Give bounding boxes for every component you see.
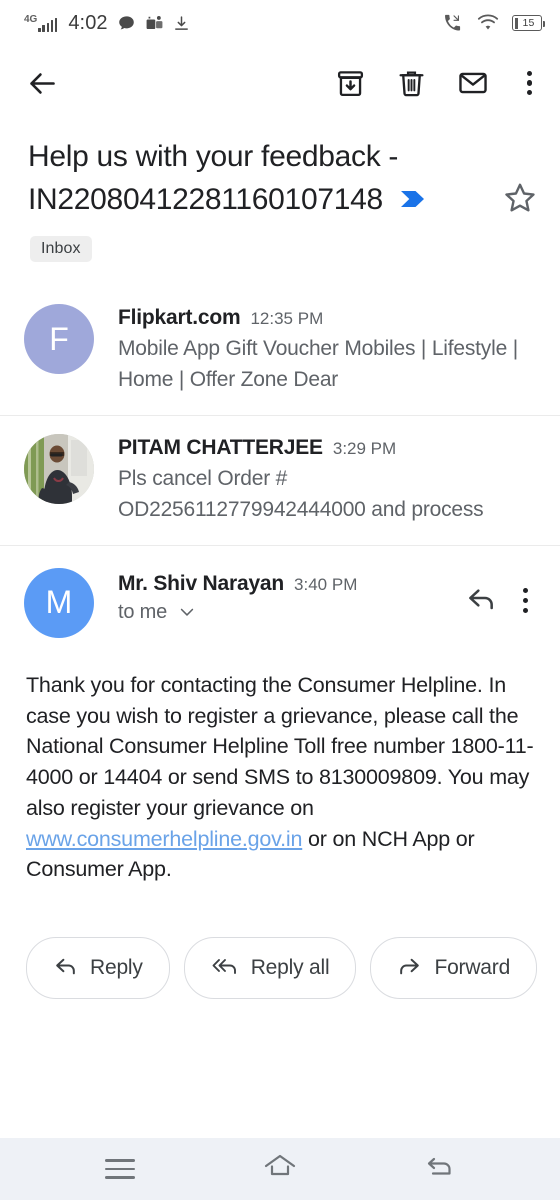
message-collapsed-flipkart[interactable]: F Flipkart.com 12:35 PM Mobile App Gift …	[0, 286, 560, 417]
forward-label: Forward	[434, 956, 511, 980]
battery-level-label: 15	[522, 17, 535, 29]
back-nav-icon	[425, 1153, 455, 1186]
network-type-label: 4G	[24, 13, 38, 25]
sender-name: PITAM CHATTERJEE	[118, 436, 323, 460]
sender-name: Flipkart.com	[118, 306, 241, 330]
message-collapsed-pitam[interactable]: PITAM CHATTERJEE 3:29 PM Pls cancel Orde…	[0, 416, 560, 546]
toolbar-actions	[335, 67, 546, 100]
message-time: 3:29 PM	[332, 439, 397, 459]
mark-unread-icon[interactable]	[457, 67, 489, 99]
body-text-part-1: Thank you for contacting the Consumer He…	[26, 672, 534, 820]
avatar-letter: M	[45, 584, 73, 621]
inbox-label-chip[interactable]: Inbox	[30, 236, 92, 263]
message-header[interactable]: M Mr. Shiv Narayan 3:40 PM to me	[0, 546, 560, 648]
toolbar-more-icon[interactable]	[519, 67, 540, 100]
missed-call-icon	[443, 14, 464, 33]
app-toolbar	[0, 46, 560, 120]
reply-all-button[interactable]: Reply all	[183, 937, 357, 1000]
back-button[interactable]	[26, 67, 59, 100]
message-body: Flipkart.com 12:35 PM Mobile App Gift Vo…	[118, 304, 536, 395]
recents-button[interactable]	[80, 1146, 160, 1192]
reply-label: Reply	[90, 956, 143, 980]
recipient-row[interactable]: to me	[118, 601, 465, 624]
message-actions	[465, 568, 536, 619]
avatar[interactable]: F	[24, 304, 94, 375]
recents-icon	[105, 1159, 135, 1179]
email-detail-screen: 4G 4:02 15 Help us with your feedback - …	[0, 0, 560, 1200]
reply-arrow-icon	[53, 953, 78, 984]
star-icon[interactable]	[502, 136, 538, 221]
teams-icon	[145, 14, 164, 33]
clock-label: 4:02	[68, 11, 108, 34]
avatar-photo-image	[24, 434, 94, 505]
back-nav-button[interactable]	[400, 1146, 480, 1192]
system-navigation-bar	[0, 1138, 560, 1200]
wifi-icon	[477, 14, 499, 32]
reply-all-arrow-icon	[211, 953, 239, 984]
chevron-down-icon[interactable]	[177, 602, 197, 622]
download-icon	[173, 14, 190, 33]
message-snippet: Pls cancel Order # OD2256112779942444000…	[118, 467, 484, 521]
message-expanded-shiv: M Mr. Shiv Narayan 3:40 PM to me Thank y…	[0, 546, 560, 1000]
battery-icon: 15	[512, 15, 545, 31]
message-body: PITAM CHATTERJEE 3:29 PM Pls cancel Orde…	[118, 434, 536, 525]
message-snippet: Mobile App Gift Voucher Mobiles | Lifest…	[118, 337, 518, 391]
message-content: Thank you for contacting the Consumer He…	[0, 648, 560, 885]
status-bar-right: 15	[443, 14, 545, 33]
message-time: 12:35 PM	[250, 309, 324, 329]
avatar[interactable]	[24, 434, 94, 505]
page-title: Help us with your feedback - IN220804122…	[28, 136, 468, 222]
avatar-letter: F	[49, 320, 69, 357]
signal-icon: 4G	[24, 13, 58, 32]
status-bar: 4G 4:02 15	[0, 0, 560, 46]
home-button[interactable]	[240, 1146, 320, 1192]
forward-button[interactable]: Forward	[370, 937, 538, 1000]
reply-actions-row: Reply Reply all Forward	[0, 885, 560, 1000]
important-marker-icon[interactable]	[399, 180, 427, 223]
message-more-icon[interactable]	[515, 584, 536, 617]
status-bar-left: 4G 4:02	[24, 12, 190, 35]
reply-all-label: Reply all	[250, 956, 330, 980]
message-time: 3:40 PM	[294, 574, 358, 594]
delete-icon[interactable]	[396, 68, 427, 99]
consumerhelpline-link[interactable]: www.consumerhelpline.gov.in	[26, 827, 302, 851]
subject-text: Help us with your feedback - IN220804122…	[28, 140, 399, 216]
home-icon	[263, 1152, 297, 1187]
sender-name: Mr. Shiv Narayan	[118, 571, 285, 595]
archive-icon[interactable]	[335, 68, 366, 99]
message-list: F Flipkart.com 12:35 PM Mobile App Gift …	[0, 286, 560, 1000]
recipient-label: to me	[118, 600, 168, 623]
subject-block: Help us with your feedback - IN220804122…	[0, 120, 560, 263]
reply-icon[interactable]	[465, 582, 497, 619]
message-meta: Mr. Shiv Narayan 3:40 PM to me	[118, 568, 465, 624]
reply-button[interactable]: Reply	[26, 937, 170, 1000]
forward-arrow-icon	[397, 953, 422, 984]
avatar[interactable]: M	[24, 567, 94, 638]
chat-bubble-icon	[117, 14, 136, 33]
